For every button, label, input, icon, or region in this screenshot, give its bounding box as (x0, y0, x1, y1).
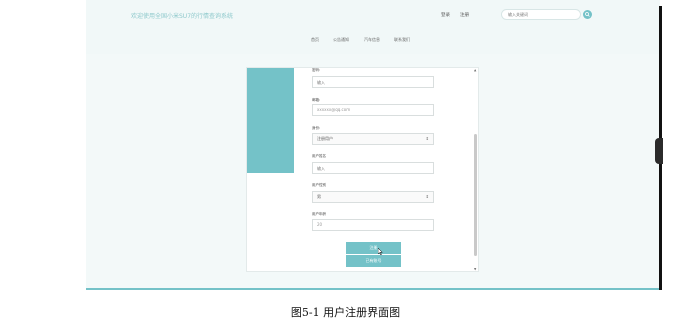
age-field[interactable]: 20 (312, 219, 434, 231)
nav-item-cars[interactable]: 汽车信息 (364, 37, 380, 43)
search-icon (585, 12, 590, 17)
form-side-panel (247, 68, 294, 173)
gender-label: 用户性别 (312, 183, 326, 187)
email-field[interactable]: xxxxxx@qq.com (312, 104, 434, 116)
side-panel-tab[interactable] (655, 138, 663, 164)
login-link[interactable]: 登录 (441, 12, 450, 18)
mouse-cursor-icon (378, 248, 383, 255)
nav-item-notices[interactable]: 公告通知 (333, 37, 349, 43)
search-button[interactable] (583, 10, 592, 19)
register-link[interactable]: 注册 (460, 12, 469, 18)
gender-select[interactable]: 男 ⇕ (312, 191, 434, 203)
chevron-down-icon: ⇕ (425, 136, 429, 141)
name-field[interactable] (312, 162, 434, 174)
gender-select-value: 男 (317, 194, 321, 199)
existing-account-button[interactable]: 已有账号 (346, 255, 401, 267)
chevron-down-icon: ⇕ (425, 194, 429, 199)
figure-caption: 图5-1 用户注册界面图 (290, 306, 401, 319)
nav-item-contact[interactable]: 联系我们 (394, 37, 410, 43)
password-label: 密码: (312, 68, 321, 72)
register-submit-button[interactable]: 注册 (346, 242, 401, 254)
password-field[interactable] (312, 76, 434, 88)
search-input[interactable] (501, 9, 581, 20)
name-label: 用户姓名 (312, 154, 326, 158)
identity-select-value: 注册用户 (317, 136, 333, 141)
site-welcome-text: 欢迎使用全国小米SU7的行情查询系统 (131, 13, 234, 20)
register-form-card: 密码: 邮箱: xxxxxx@qq.com 身份: 注册用户 ⇕ 用户姓名 用户… (246, 67, 479, 272)
screenshot-frame: 欢迎使用全国小米SU7的行情查询系统 登录 注册 首页 公告通知 汽车信息 联系… (86, 0, 660, 292)
age-label: 用户年龄 (312, 212, 326, 216)
identity-label: 身份: (312, 126, 321, 130)
document-page: 欢迎使用全国小米SU7的行情查询系统 登录 注册 首页 公告通知 汽车信息 联系… (0, 0, 691, 327)
nav-item-home[interactable]: 首页 (311, 37, 319, 43)
email-label: 邮箱: (312, 98, 321, 102)
identity-select[interactable]: 注册用户 ⇕ (312, 133, 434, 145)
scroll-up-icon[interactable]: ▲ (474, 68, 476, 72)
footer-divider (86, 288, 660, 290)
scroll-down-icon[interactable]: ▼ (474, 267, 476, 271)
scrollbar-thumb[interactable] (474, 134, 477, 256)
